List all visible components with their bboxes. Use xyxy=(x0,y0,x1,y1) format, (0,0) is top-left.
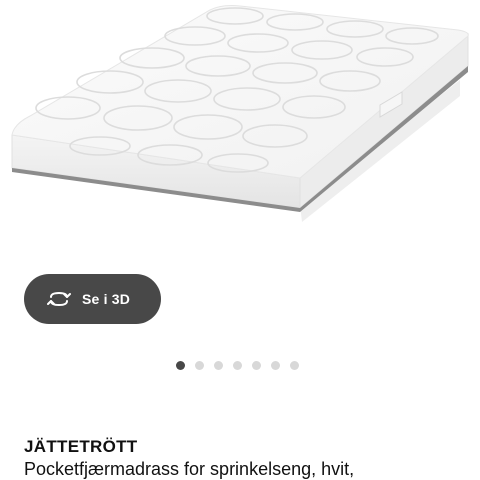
product-description: Pocketfjærmadrass for sprinkelseng, hvit… xyxy=(24,459,355,479)
carousel-dots xyxy=(176,361,299,370)
carousel-dot-6[interactable] xyxy=(271,361,280,370)
rotate-3d-icon xyxy=(46,289,72,309)
product-name: JÄTTETRÖTT xyxy=(24,437,138,456)
carousel-dot-2[interactable] xyxy=(195,361,204,370)
mattress-illustration xyxy=(11,5,469,222)
view-3d-label: Se i 3D xyxy=(82,291,131,307)
carousel-dot-3[interactable] xyxy=(214,361,223,370)
carousel-dot-4[interactable] xyxy=(233,361,242,370)
carousel-dot-5[interactable] xyxy=(252,361,261,370)
product-image[interactable] xyxy=(0,0,480,265)
carousel-dot-1[interactable] xyxy=(176,361,185,370)
carousel-dot-7[interactable] xyxy=(290,361,299,370)
view-3d-button[interactable]: Se i 3D xyxy=(24,274,161,324)
